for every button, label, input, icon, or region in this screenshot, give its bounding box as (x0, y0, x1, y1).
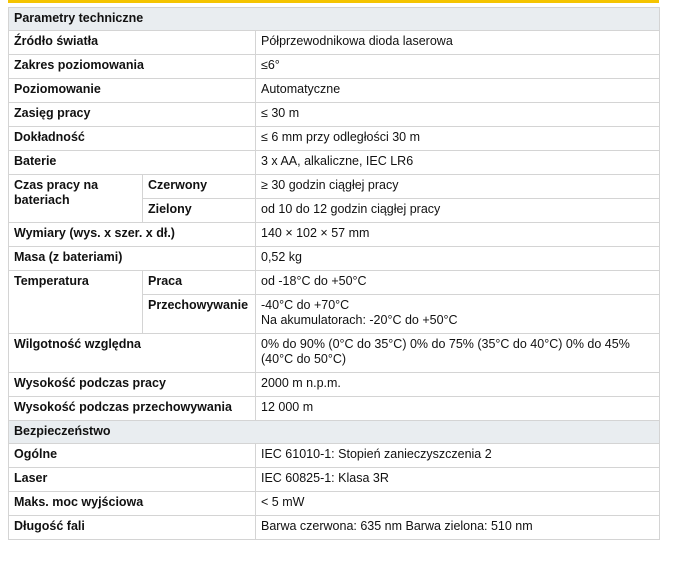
specs-table: Parametry techniczne Źródło światła Półp… (7, 7, 661, 540)
table-row: Wymiary (wys. x szer. x dł.) 140 × 102 ×… (8, 222, 661, 247)
row-label: Poziomowanie (8, 78, 256, 103)
row-value: ≤ 30 m (254, 102, 661, 127)
row-label: Zasięg pracy (8, 102, 256, 127)
table-row: Zasięg pracy ≤ 30 m (8, 102, 661, 127)
row-label: Zakres poziomowania (8, 54, 256, 79)
row-value: IEC 60825-1: Klasa 3R (254, 467, 661, 492)
row-label: Maks. moc wyjściowa (8, 491, 256, 516)
section-title: Parametry techniczne (7, 7, 661, 31)
table-row: Czas pracy na bateriach Czerwony ≥ 30 go… (8, 174, 661, 223)
table-row: Ogólne IEC 61010-1: Stopień zanieczyszcz… (8, 443, 661, 468)
row-value: 12 000 m (254, 396, 661, 421)
row-value: Automatyczne (254, 78, 661, 103)
row-label: Wysokość podczas przechowywania (8, 396, 256, 421)
section-header-tech: Parametry techniczne (7, 7, 661, 31)
row-label: Długość fali (8, 515, 256, 540)
row-label: Czas pracy na bateriach (8, 174, 143, 223)
row-label: Masa (z bateriami) (8, 246, 256, 271)
table-row: Wysokość podczas przechowywania 12 000 m (8, 396, 661, 421)
row-value: ≤6° (254, 54, 661, 79)
row-value: Półprzewodnikowa dioda laserowa (254, 30, 661, 55)
row-label: Źródło światła (8, 30, 256, 55)
table-row: Wilgotność względna 0% do 90% (0°C do 35… (8, 333, 661, 373)
row-value: ≥ 30 godzin ciągłej pracy (254, 174, 661, 199)
value-line: Na akumulatorach: -20°C do +50°C (261, 313, 458, 327)
row-sublabel: Praca (142, 270, 256, 295)
row-label: Wymiary (wys. x szer. x dł.) (8, 222, 256, 247)
table-row: Zakres poziomowania ≤6° (8, 54, 661, 79)
row-value: IEC 61010-1: Stopień zanieczyszczenia 2 (254, 443, 661, 468)
table-row: Poziomowanie Automatyczne (8, 78, 661, 103)
row-value: 3 x AA, alkaliczne, IEC LR6 (254, 150, 661, 175)
row-value: od -18°C do +50°C (254, 270, 661, 295)
row-value: od 10 do 12 godzin ciągłej pracy (254, 198, 661, 223)
section-title: Bezpieczeństwo (7, 420, 661, 444)
table-row: Maks. moc wyjściowa < 5 mW (8, 491, 661, 516)
row-sublabel: Czerwony (142, 174, 256, 199)
row-label: Ogólne (8, 443, 256, 468)
accent-bar (8, 0, 659, 3)
value-line: -40°C do +70°C (261, 298, 350, 312)
row-value: Barwa czerwona: 635 nm Barwa zielona: 51… (254, 515, 661, 540)
row-label: Wysokość podczas pracy (8, 372, 256, 397)
row-label: Laser (8, 467, 256, 492)
row-value: < 5 mW (254, 491, 661, 516)
row-value: 0% do 90% (0°C do 35°C) 0% do 75% (35°C … (254, 333, 661, 373)
table-row: Długość fali Barwa czerwona: 635 nm Barw… (8, 515, 661, 540)
table-row: Dokładność ≤ 6 mm przy odległości 30 m (8, 126, 661, 151)
row-value: 140 × 102 × 57 mm (254, 222, 661, 247)
row-label: Dokładność (8, 126, 256, 151)
row-label: Baterie (8, 150, 256, 175)
table-row: Laser IEC 60825-1: Klasa 3R (8, 467, 661, 492)
row-sublabel: Zielony (142, 198, 256, 223)
table-row: Wysokość podczas pracy 2000 m n.p.m. (8, 372, 661, 397)
table-row: Temperatura Praca od -18°C do +50°C (8, 270, 661, 334)
row-value: 0,52 kg (254, 246, 661, 271)
row-label: Temperatura (8, 270, 143, 334)
row-sublabel: Przechowywanie (142, 294, 256, 334)
table-row: Baterie 3 x AA, alkaliczne, IEC LR6 (8, 150, 661, 175)
table-row: Źródło światła Półprzewodnikowa dioda la… (8, 30, 661, 55)
row-label: Wilgotność względna (8, 333, 256, 373)
table-row: Masa (z bateriami) 0,52 kg (8, 246, 661, 271)
row-value: -40°C do +70°C Na akumulatorach: -20°C d… (254, 294, 661, 334)
row-value: 2000 m n.p.m. (254, 372, 661, 397)
section-header-safety: Bezpieczeństwo (7, 420, 661, 444)
row-value: ≤ 6 mm przy odległości 30 m (254, 126, 661, 151)
